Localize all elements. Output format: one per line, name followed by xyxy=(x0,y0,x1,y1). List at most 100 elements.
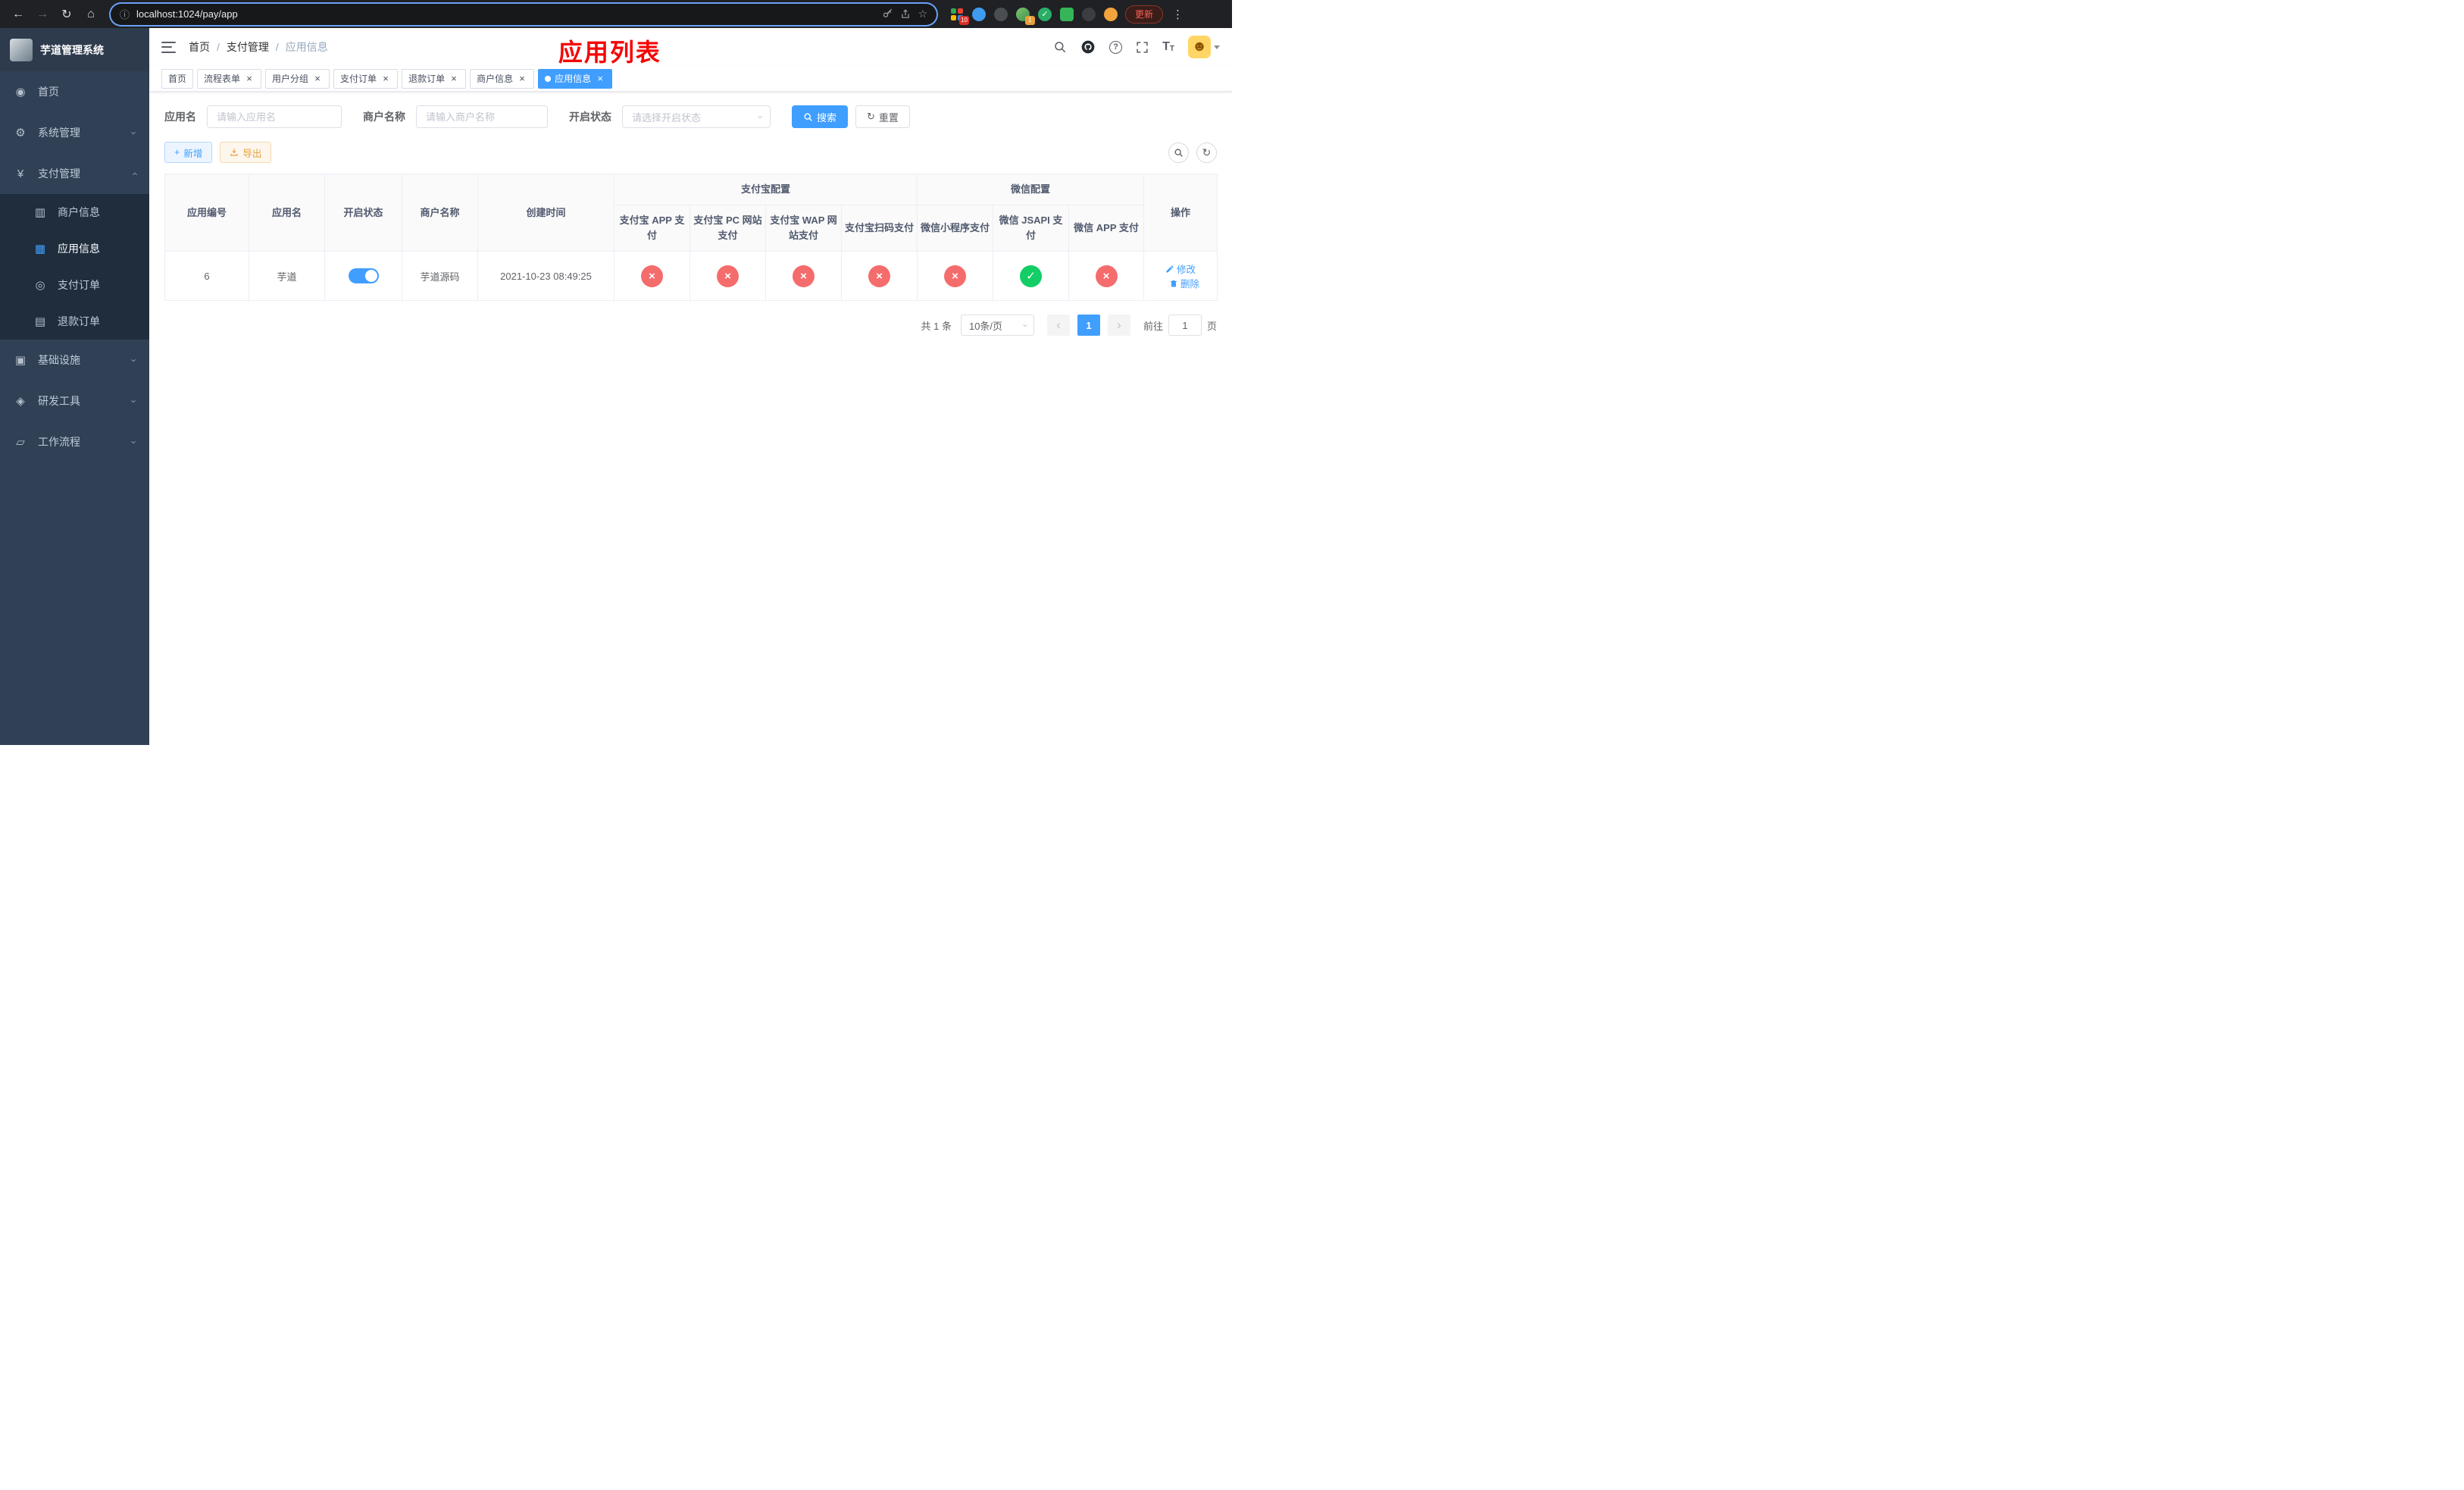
help-icon[interactable]: ? xyxy=(1109,40,1123,54)
delete-button[interactable]: 删除 xyxy=(1169,276,1199,290)
github-icon[interactable] xyxy=(1080,39,1096,55)
home-icon[interactable]: ⌂ xyxy=(80,4,102,25)
sidebar-item-devtools[interactable]: ◈ 研发工具 › xyxy=(0,380,149,421)
add-button[interactable]: + 新增 xyxy=(164,142,213,163)
goto-page-input[interactable] xyxy=(1168,315,1202,337)
sidebar-item-home[interactable]: ◉ 首页 xyxy=(0,71,149,112)
sidebar-item-system[interactable]: ⚙ 系统管理 › xyxy=(0,112,149,153)
prev-page-button[interactable]: ‹ xyxy=(1046,315,1070,337)
breadcrumb-home[interactable]: 首页 xyxy=(189,39,210,55)
sidebar-item-app-info[interactable]: ▦ 应用信息 xyxy=(0,230,149,267)
chrome-update-button[interactable]: 更新 xyxy=(1125,5,1164,23)
sidebar-item-merchant-info[interactable]: ▥ 商户信息 xyxy=(0,194,149,230)
pagination: 共 1 条 10条/页 › ‹ 1 › 前往 页 xyxy=(164,315,1217,337)
user-avatar[interactable]: ☻ xyxy=(1188,36,1211,58)
site-info-icon[interactable]: ⓘ xyxy=(120,7,130,21)
app-name-input[interactable] xyxy=(207,105,342,128)
search-button[interactable]: 搜索 xyxy=(792,105,849,128)
column-header-app-id: 应用编号 xyxy=(164,173,249,252)
browser-menu-icon[interactable]: ⋮ xyxy=(1169,8,1187,21)
font-size-icon[interactable]: TT xyxy=(1162,41,1174,53)
tab-process-form[interactable]: 流程表单 × xyxy=(197,68,262,89)
close-icon[interactable]: × xyxy=(517,74,527,84)
page-content: 应用名 商户名称 开启状态 请选择开启状态 › xyxy=(149,92,1232,745)
tab-app-info[interactable]: 应用信息 × xyxy=(538,68,613,89)
app-frame: 芋道管理系统 ◉ 首页 ⚙ 系统管理 › ¥ 支付管理 › ▥ 商户信息 ▦ 应… xyxy=(0,28,1232,745)
fullscreen-icon[interactable] xyxy=(1136,41,1149,54)
sidebar-collapse-icon[interactable] xyxy=(161,41,176,53)
search-icon[interactable] xyxy=(1053,40,1067,54)
close-icon[interactable]: × xyxy=(244,74,255,84)
column-header-wechat-jsapi: 微信 JSAPI 支付 xyxy=(993,205,1070,252)
alipay-pc-status-icon: × xyxy=(717,265,739,287)
column-header-wechat-mini: 微信小程序支付 xyxy=(917,205,994,252)
password-key-icon[interactable] xyxy=(882,8,893,20)
next-page-button[interactable]: › xyxy=(1107,315,1130,337)
sidebar-item-payment[interactable]: ¥ 支付管理 › xyxy=(0,153,149,194)
grid-icon: ▦ xyxy=(34,243,46,255)
tab-pay-orders[interactable]: 支付订单 × xyxy=(333,68,399,89)
edit-button[interactable]: 修改 xyxy=(1165,261,1196,276)
breadcrumb-payment[interactable]: 支付管理 xyxy=(227,39,269,55)
active-dot xyxy=(545,75,552,82)
tab-home[interactable]: 首页 xyxy=(161,68,194,89)
tab-user-group[interactable]: 用户分组 × xyxy=(265,68,330,89)
breadcrumb-current: 应用信息 xyxy=(285,41,328,53)
export-button[interactable]: 导出 xyxy=(220,142,272,163)
tabs-bar: 首页 流程表单 × 用户分组 × 支付订单 × 退款订单 × 商户信息 × 应用信息 × xyxy=(149,66,1232,92)
refresh-table-icon[interactable]: ↻ xyxy=(1196,142,1217,163)
dashboard-icon: ◉ xyxy=(15,86,26,99)
reset-button[interactable]: ↻ 重置 xyxy=(855,105,910,128)
sidebar-item-refund-orders[interactable]: ▤ 退款订单 xyxy=(0,303,149,340)
extension-chat-icon[interactable] xyxy=(1058,6,1075,23)
extensions-area: 10 1 ✓ xyxy=(949,6,1119,25)
row-status-switch[interactable] xyxy=(348,268,379,284)
app-title: 芋道管理系统 xyxy=(40,43,104,56)
extension-dark-icon[interactable] xyxy=(993,6,1009,23)
reload-icon[interactable]: ↻ xyxy=(56,4,77,25)
share-icon[interactable] xyxy=(900,8,911,20)
column-header-alipay-wap: 支付宝 WAP 网站支付 xyxy=(765,205,842,252)
gear-icon: ⚙ xyxy=(15,127,26,139)
forward-icon[interactable]: → xyxy=(32,4,53,25)
extension-avatar-icon[interactable]: 1 xyxy=(1015,6,1035,25)
status-select[interactable]: 请选择开启状态 › xyxy=(622,105,771,128)
tab-refund-orders[interactable]: 退款订单 × xyxy=(402,68,467,89)
column-header-created: 创建时间 xyxy=(477,173,614,252)
merchant-name-input[interactable] xyxy=(416,105,548,128)
chevron-down-icon: › xyxy=(755,114,767,119)
toggle-search-icon[interactable] xyxy=(1168,142,1189,163)
page-size-select[interactable]: 10条/页 › xyxy=(960,315,1034,337)
back-icon[interactable]: ← xyxy=(8,4,29,25)
extension-grid-icon[interactable]: 10 xyxy=(949,6,969,25)
close-icon[interactable]: × xyxy=(595,74,605,84)
caret-down-icon xyxy=(1214,45,1220,49)
close-icon[interactable]: × xyxy=(312,74,323,84)
tools-icon: ◈ xyxy=(16,395,25,408)
sidebar-item-pay-orders[interactable]: ◎ 支付订单 xyxy=(0,267,149,303)
tab-merchant-info[interactable]: 商户信息 × xyxy=(470,68,535,89)
extension-emoji-icon[interactable] xyxy=(1102,6,1119,23)
search-form: 应用名 商户名称 开启状态 请选择开启状态 › xyxy=(164,105,1217,128)
address-bar[interactable]: ⓘ localhost:1024/pay/app ☆ xyxy=(111,3,937,25)
sidebar-item-infra[interactable]: ▣ 基础设施 › xyxy=(0,340,149,380)
top-navbar: 首页 / 支付管理 / 应用信息 ? T T ☻ xyxy=(149,28,1232,66)
column-header-alipay-app: 支付宝 APP 支付 xyxy=(614,205,690,252)
extension-drop-icon[interactable] xyxy=(971,6,987,23)
page-title-annotation: 应用列表 xyxy=(558,39,661,66)
cell-app-name: 芋道 xyxy=(249,251,325,302)
url-text[interactable]: localhost:1024/pay/app xyxy=(136,8,875,20)
user-menu[interactable]: ☻ xyxy=(1188,36,1220,58)
sidebar-item-workflow[interactable]: ▱ 工作流程 › xyxy=(0,421,149,462)
page-number-button[interactable]: 1 xyxy=(1077,315,1100,337)
browser-window: ← → ↻ ⌂ ⓘ localhost:1024/pay/app ☆ 10 1 … xyxy=(0,0,1232,745)
wechat-app-status-icon: × xyxy=(1095,265,1118,287)
extension-pin-icon[interactable] xyxy=(1080,6,1097,23)
extension-check-icon[interactable]: ✓ xyxy=(1037,6,1053,23)
app-logo[interactable]: 芋道管理系统 xyxy=(0,28,149,71)
close-icon[interactable]: × xyxy=(449,74,459,84)
bookmark-star-icon[interactable]: ☆ xyxy=(918,8,927,20)
column-header-wechat-app: 微信 APP 支付 xyxy=(1068,205,1145,252)
column-header-actions: 操作 xyxy=(1143,173,1218,252)
close-icon[interactable]: × xyxy=(380,74,391,84)
